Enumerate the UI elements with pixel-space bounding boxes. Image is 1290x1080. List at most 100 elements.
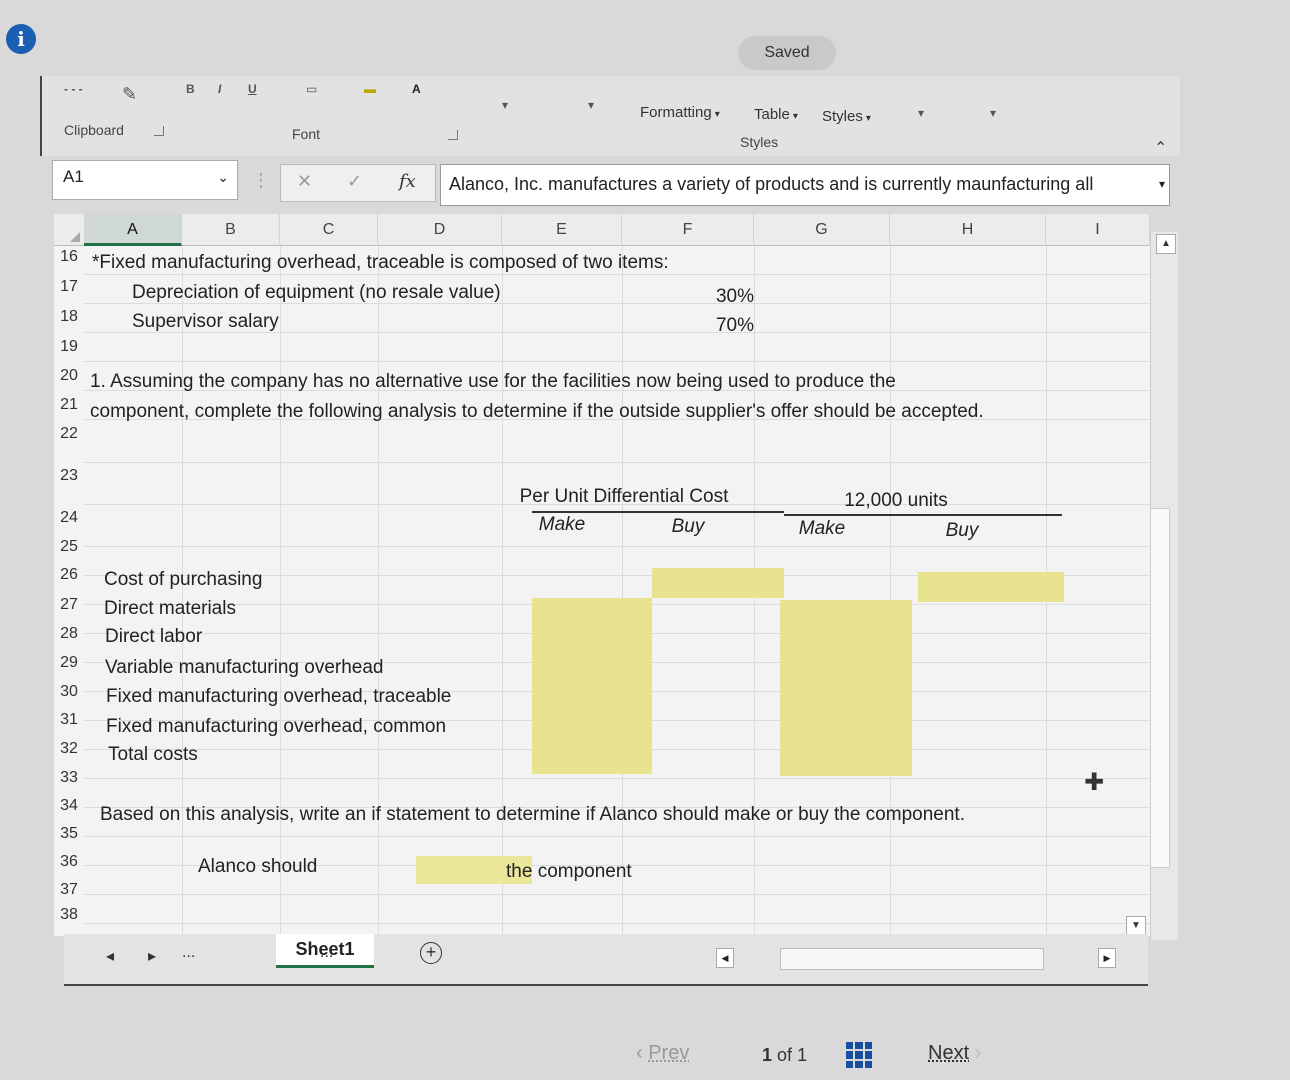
scroll-left-icon[interactable]: ◀ (716, 948, 734, 968)
col-header-e[interactable]: E (502, 214, 622, 246)
cell-a30[interactable]: Fixed manufacturing overhead, traceable (106, 686, 451, 708)
chevron-down-icon[interactable]: ⌄ (217, 169, 229, 186)
underline-icon[interactable]: U (248, 82, 257, 96)
number-dropdown-icon[interactable]: ▾ (588, 98, 594, 112)
insert-function-icon[interactable]: fx (399, 171, 416, 192)
tab-ellipsis-left[interactable]: ... (182, 944, 195, 962)
row-header-24[interactable]: 24 (54, 509, 84, 527)
worksheet[interactable]: A B C D E F G H I 16 17 18 19 20 21 22 2… (54, 214, 1150, 936)
input-cell-buy-total-purchasing[interactable] (918, 572, 1064, 602)
row-header-35[interactable]: 35 (54, 825, 84, 843)
add-sheet-icon[interactable]: + (420, 942, 442, 964)
cell-a28[interactable]: Direct labor (105, 626, 202, 648)
cell-a16[interactable]: *Fixed manufacturing overhead, traceable… (92, 252, 669, 274)
formula-bar-grip-icon[interactable]: ⋮ (252, 170, 270, 191)
page-grid-icon[interactable] (846, 1042, 872, 1068)
row-header-19[interactable]: 19 (54, 338, 84, 356)
row-header-27[interactable]: 27 (54, 596, 84, 614)
cell-a34[interactable]: Based on this analysis, write an if stat… (100, 804, 965, 826)
format-as-table-button[interactable]: Table ▾ (754, 106, 798, 123)
tab-scroll-left-icon[interactable]: ◂ (106, 946, 114, 966)
input-cells-make-unit[interactable] (532, 598, 652, 774)
col-header-b[interactable]: B (182, 214, 280, 246)
scroll-right-icon[interactable]: ▶ (1098, 948, 1116, 968)
row-header-30[interactable]: 30 (54, 683, 84, 701)
scroll-up-icon[interactable]: ▲ (1156, 234, 1176, 254)
col-header-g[interactable]: G (754, 214, 890, 246)
cell-e36[interactable]: the component (506, 861, 632, 883)
name-box[interactable]: A1 ⌄ (52, 160, 238, 200)
cell-b18[interactable]: Supervisor salary (132, 311, 279, 333)
col-header-d[interactable]: D (378, 214, 502, 246)
info-icon[interactable]: i (6, 24, 36, 54)
row-header-34[interactable]: 34 (54, 797, 84, 815)
cell-a32[interactable]: Total costs (108, 744, 198, 766)
input-cell-buy-unit-purchasing[interactable] (652, 568, 784, 598)
cell-a21[interactable]: component, complete the following analys… (90, 401, 984, 423)
col-header-c[interactable]: C (280, 214, 378, 246)
cell-g23-units[interactable]: 12,000 units (784, 490, 1008, 512)
cell-e23-per-unit[interactable]: Per Unit Differential Cost (502, 486, 746, 508)
row-header-26[interactable]: 26 (54, 566, 84, 584)
cell-b17[interactable]: Depreciation of equipment (no resale val… (132, 282, 501, 304)
cell-f24-buy[interactable]: Buy (628, 516, 748, 538)
cell-a20[interactable]: 1. Assuming the company has no alternati… (90, 371, 896, 393)
format-painter-icon[interactable]: ✎ (122, 84, 137, 105)
select-all-corner[interactable] (54, 214, 84, 246)
expand-formula-bar-icon[interactable]: ▾ (1158, 177, 1165, 191)
cell-h24-buy[interactable]: Buy (898, 520, 1026, 542)
font-color-icon[interactable]: A (412, 82, 421, 96)
collapse-ribbon-icon[interactable]: ⌃ (1154, 138, 1167, 158)
cell-styles-button[interactable]: Styles ▾ (822, 108, 871, 125)
row-header-23[interactable]: 23 (54, 467, 84, 485)
input-cells-make-total[interactable] (780, 600, 912, 776)
bold-icon[interactable]: B (186, 82, 195, 96)
row-header-37[interactable]: 37 (54, 881, 84, 899)
row-header-28[interactable]: 28 (54, 625, 84, 643)
cell-f17[interactable]: 30% (654, 286, 754, 308)
formula-bar[interactable]: Alanco, Inc. manufactures a variety of p… (440, 164, 1170, 206)
row-header-21[interactable]: 21 (54, 396, 84, 414)
cell-g24-make[interactable]: Make (760, 518, 884, 540)
row-header-25[interactable]: 25 (54, 538, 84, 556)
row-header-32[interactable]: 32 (54, 740, 84, 758)
row-header-36[interactable]: 36 (54, 853, 84, 871)
row-header-29[interactable]: 29 (54, 654, 84, 672)
row-header-38[interactable]: 38 (54, 906, 84, 924)
cancel-icon[interactable]: ✕ (297, 171, 312, 192)
cell-b36[interactable]: Alanco should (198, 856, 317, 878)
borders-icon[interactable]: ▭ (306, 82, 317, 96)
cell-a26[interactable]: Cost of purchasing (104, 569, 262, 591)
fill-color-icon[interactable]: ▬ (364, 82, 376, 96)
cell-a27[interactable]: Direct materials (104, 598, 236, 620)
cell-a29[interactable]: Variable manufacturing overhead (105, 657, 384, 679)
cell-grid[interactable] (84, 246, 1150, 936)
cells-dropdown-icon[interactable]: ▾ (918, 106, 924, 120)
row-header-22[interactable]: 22 (54, 425, 84, 443)
row-header-31[interactable]: 31 (54, 711, 84, 729)
cell-e24-make[interactable]: Make (502, 514, 622, 536)
clipboard-launcher-icon[interactable] (154, 126, 164, 136)
prev-button[interactable]: ‹ Prev (636, 1042, 689, 1065)
tab-ellipsis-right[interactable]: ... (320, 944, 333, 962)
col-header-a[interactable]: A (84, 214, 182, 246)
row-header-33[interactable]: 33 (54, 769, 84, 787)
next-button[interactable]: Next › (928, 1042, 981, 1065)
horizontal-scrollbar[interactable] (780, 948, 1044, 970)
scroll-down-icon[interactable]: ▼ (1126, 916, 1146, 936)
editing-dropdown-icon[interactable]: ▾ (990, 106, 996, 120)
col-header-f[interactable]: F (622, 214, 754, 246)
conditional-formatting-button[interactable]: Formatting ▾ (640, 104, 720, 121)
col-header-i[interactable]: I (1046, 214, 1150, 246)
alignment-dropdown-icon[interactable]: ▾ (502, 98, 508, 112)
row-header-20[interactable]: 20 (54, 367, 84, 385)
row-header-18[interactable]: 18 (54, 308, 84, 326)
row-header-16[interactable]: 16 (54, 248, 84, 266)
enter-icon[interactable]: ✓ (347, 171, 362, 192)
italic-icon[interactable]: I (218, 82, 221, 96)
font-launcher-icon[interactable] (448, 130, 458, 140)
vertical-scroll-thumb[interactable] (1150, 508, 1170, 868)
cell-f18[interactable]: 70% (654, 315, 754, 337)
cell-a31[interactable]: Fixed manufacturing overhead, common (106, 716, 446, 738)
row-header-17[interactable]: 17 (54, 278, 84, 296)
